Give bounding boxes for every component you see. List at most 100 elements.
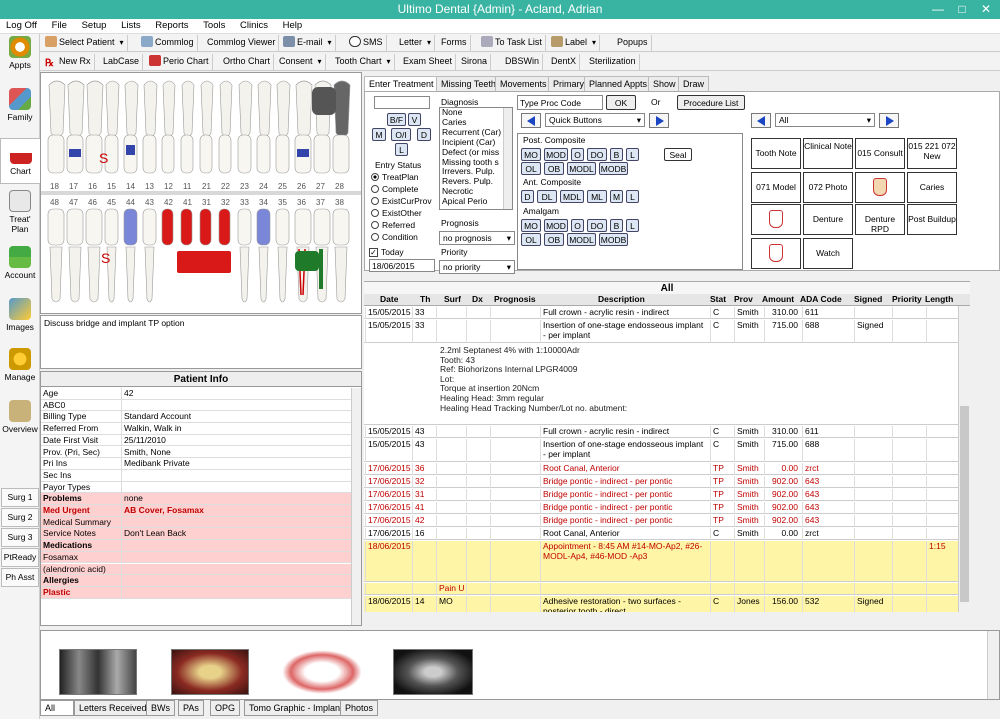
tooth-41[interactable] bbox=[180, 208, 193, 246]
diagnosis-list[interactable]: None Caries Recurrent (Car) Incipient (Car)… bbox=[439, 107, 513, 210]
proc-grid-button[interactable] bbox=[855, 172, 905, 203]
perio-chart-button[interactable]: Perio Chart bbox=[146, 54, 213, 70]
select-patient-button[interactable]: Select Patient bbox=[42, 35, 128, 51]
col-dx[interactable]: Dx bbox=[472, 294, 483, 304]
chart-notes[interactable]: Discuss bridge and implant TP option bbox=[40, 315, 362, 369]
quick-code-button[interactable]: DL bbox=[537, 190, 557, 203]
nav-family[interactable]: Family bbox=[0, 88, 40, 122]
quick-code-button[interactable]: O bbox=[571, 148, 584, 161]
maximize-icon[interactable]: □ bbox=[950, 1, 974, 17]
proc-grid-button[interactable]: 072 Photo bbox=[803, 172, 853, 203]
proc-group-next-icon[interactable] bbox=[879, 113, 899, 128]
col-amount[interactable]: Amount bbox=[762, 294, 794, 304]
menu-help[interactable]: Help bbox=[277, 19, 309, 31]
surface-bf-button[interactable]: B/F bbox=[387, 113, 406, 126]
quick-code-button[interactable]: OB bbox=[544, 233, 564, 246]
progress-row[interactable]: 15/05/2015 33 Full crown - acrylic resin -… bbox=[364, 307, 958, 319]
col-stat[interactable]: Stat bbox=[710, 294, 726, 304]
tooth-chart[interactable]: 18 17 16 15 14 13 12 11 21 22 23 24 25 26 27 28 48 47 46 4… bbox=[40, 72, 362, 314]
proc-group-prev-icon[interactable] bbox=[751, 113, 771, 128]
col-th[interactable]: Th bbox=[420, 294, 430, 304]
proc-group-select[interactable]: All bbox=[775, 113, 875, 127]
progress-row[interactable]: 15/05/2015 33 Insertion of one-stage endos… bbox=[364, 320, 958, 343]
proc-grid-button[interactable]: 071 Model bbox=[751, 172, 801, 203]
images-scrollbar[interactable] bbox=[987, 631, 999, 699]
tooth-17[interactable] bbox=[66, 80, 85, 174]
sterilization-button[interactable]: Sterilization bbox=[586, 54, 640, 70]
quick-code-button[interactable]: MODL bbox=[567, 233, 596, 246]
proc-grid-button[interactable]: 015 221 072 New bbox=[907, 138, 957, 169]
tab-enter-treatment[interactable]: Enter Treatment bbox=[364, 76, 439, 92]
proc-grid-button[interactable]: Denture RPD bbox=[855, 204, 905, 235]
quick-code-button[interactable]: OL bbox=[521, 233, 541, 246]
quick-buttons-prev-icon[interactable] bbox=[521, 113, 541, 128]
to-task-list-button[interactable]: To Task List bbox=[478, 35, 546, 51]
entry-status-radio[interactable]: Complete bbox=[371, 184, 418, 194]
sms-button[interactable]: SMS bbox=[346, 35, 387, 51]
close-icon[interactable]: ✕ bbox=[974, 1, 998, 17]
quick-code-button[interactable]: ML bbox=[587, 190, 607, 203]
col-description[interactable]: Description bbox=[598, 294, 645, 304]
quick-code-button[interactable]: DO bbox=[587, 219, 607, 232]
quick-code-button[interactable]: MO bbox=[521, 219, 541, 232]
quick-code-button[interactable]: M bbox=[610, 190, 623, 203]
menu-tools[interactable]: Tools bbox=[197, 19, 231, 31]
quick-code-button[interactable]: MDL bbox=[560, 190, 584, 203]
proc-grid-button[interactable]: Post Buildup bbox=[907, 204, 957, 235]
email-button[interactable]: E-mail bbox=[280, 35, 336, 51]
col-priority[interactable]: Priority bbox=[892, 294, 922, 304]
progress-row[interactable]: 17/06/2015 31 Bridge pontic - indirect - p… bbox=[364, 489, 958, 501]
tooth-26[interactable] bbox=[294, 80, 313, 174]
nav-manage[interactable]: Manage bbox=[0, 348, 40, 382]
quick-code-button[interactable]: MODL bbox=[567, 162, 596, 175]
progress-row[interactable]: 18/06/2015 14 MO Adhesive restoration - two… bbox=[364, 596, 958, 612]
col-prov[interactable]: Prov bbox=[734, 294, 753, 304]
entry-status-radio[interactable]: ExistCurProv bbox=[371, 196, 432, 206]
quick-buttons-next-icon[interactable] bbox=[649, 113, 669, 128]
tooth-chart-button[interactable]: Tooth Chart bbox=[332, 54, 395, 70]
tooth-32[interactable] bbox=[218, 208, 231, 246]
menu-file[interactable]: File bbox=[46, 19, 73, 31]
menu-reports[interactable]: Reports bbox=[149, 19, 194, 31]
today-checkbox[interactable]: ✓ Today bbox=[369, 247, 404, 257]
progress-row[interactable]: 2.2ml Septanest 4% with 1:10000Adr Tooth:… bbox=[364, 344, 958, 425]
proc-grid-button[interactable]: Caries bbox=[907, 172, 957, 203]
progress-row[interactable]: 17/06/2015 16 Root Canal, Anterior C Smith 0.… bbox=[364, 528, 958, 540]
proc-grid-button[interactable] bbox=[751, 204, 801, 235]
quick-code-button[interactable]: B bbox=[610, 148, 623, 161]
surg-3-button[interactable]: Surg 3 bbox=[1, 528, 39, 547]
proc-grid-button[interactable]: 015 Consult bbox=[855, 138, 905, 169]
quick-code-button[interactable]: OB bbox=[544, 162, 564, 175]
procedure-list-button[interactable]: Procedure List bbox=[677, 95, 745, 110]
surg-2-button[interactable]: Surg 2 bbox=[1, 508, 39, 527]
tab-bws[interactable]: BWs bbox=[146, 700, 175, 716]
tab-opg[interactable]: OPG bbox=[210, 700, 241, 716]
quick-code-button[interactable]: MOD bbox=[544, 148, 568, 161]
progress-row[interactable]: 15/05/2015 43 Insertion of one-stage endos… bbox=[364, 439, 958, 462]
menu-log-off[interactable]: Log Off bbox=[0, 19, 43, 31]
tooth-number-input[interactable] bbox=[374, 96, 430, 109]
dbswin-button[interactable]: DBSWin bbox=[502, 54, 544, 70]
proc-code-input[interactable]: Type Proc Code bbox=[517, 95, 603, 110]
prognosis-select[interactable]: no prognosis bbox=[439, 231, 515, 245]
quick-code-button[interactable]: MOD bbox=[544, 219, 568, 232]
col-prognosis[interactable]: Prognosis bbox=[494, 294, 536, 304]
quick-code-button[interactable]: O bbox=[571, 219, 584, 232]
col-surf[interactable]: Surf bbox=[444, 294, 461, 304]
entry-status-radio[interactable]: ExistOther bbox=[371, 208, 422, 218]
tab-missing-teeth[interactable]: Missing Teeth bbox=[436, 76, 501, 92]
menu-setup[interactable]: Setup bbox=[76, 19, 113, 31]
xray-thumbnail[interactable] bbox=[59, 649, 137, 695]
quick-code-button[interactable]: L bbox=[626, 219, 639, 232]
dentx-button[interactable]: DentX bbox=[548, 54, 581, 70]
tab-primary[interactable]: Primary bbox=[548, 76, 589, 92]
tab-planned-appts[interactable]: Planned Appts bbox=[584, 76, 653, 92]
progress-row[interactable]: 17/06/2015 42 Bridge pontic - indirect - p… bbox=[364, 515, 958, 527]
exam-sheet-button[interactable]: Exam Sheet bbox=[400, 54, 457, 70]
menu-clinics[interactable]: Clinics bbox=[234, 19, 274, 31]
tab-pas[interactable]: PAs bbox=[178, 700, 204, 716]
tooth-chart-graphic[interactable]: 18 17 16 15 14 13 12 11 21 22 23 24 25 26 27 28 48 47 46 4… bbox=[41, 73, 361, 313]
nav-account[interactable]: Account bbox=[0, 246, 40, 280]
surface-oi-button[interactable]: O/I bbox=[391, 128, 411, 141]
seal-button[interactable]: Seal bbox=[664, 148, 692, 161]
